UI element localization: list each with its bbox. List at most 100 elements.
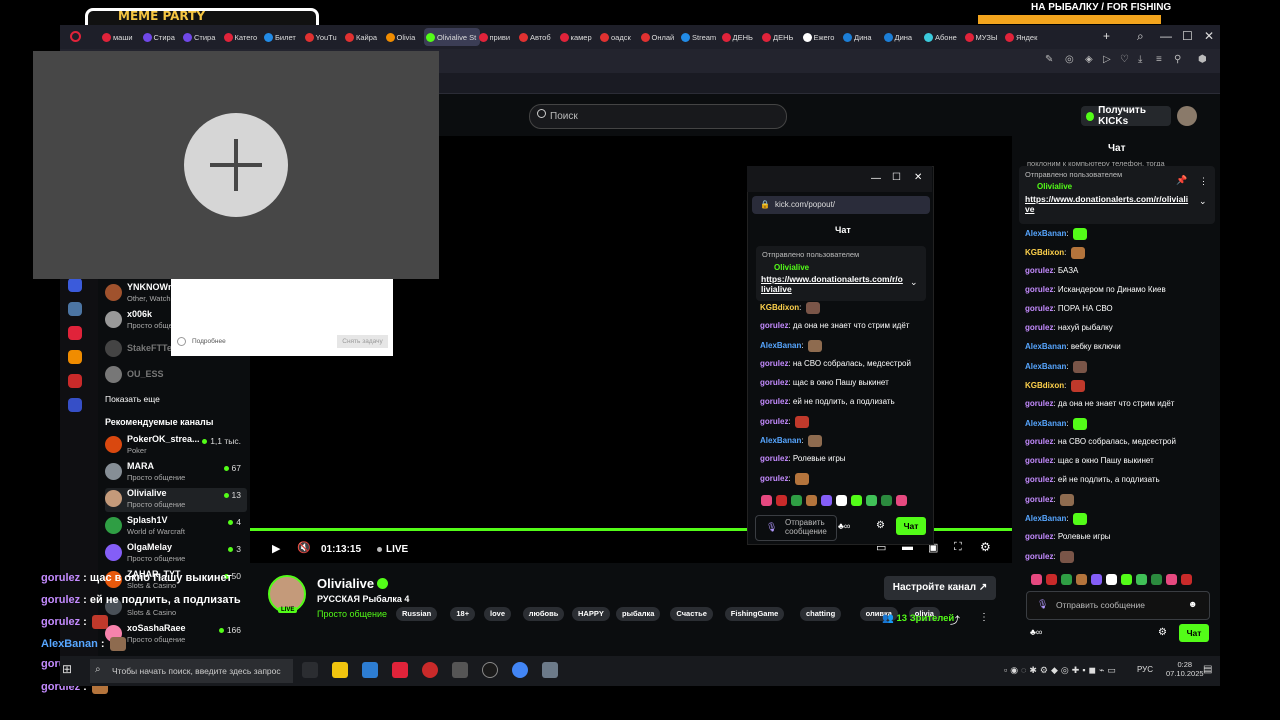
opera-icon[interactable] [422,662,438,678]
emote-picker-icon[interactable] [896,494,907,506]
chat-username[interactable]: gorulez [1025,323,1053,332]
emote-picker-icon[interactable] [1136,573,1147,585]
camera-icon[interactable]: ◎ [1065,54,1074,65]
popout-send-button[interactable]: Чат [896,517,926,535]
browser-tab[interactable]: МУЗЫ [963,28,1005,46]
extension-icon[interactable]: ⬢ [1198,54,1207,65]
browser-tab[interactable]: оадск [598,28,640,46]
browser-tab[interactable]: Olivia [384,28,426,46]
browser-tab[interactable]: Абоне [922,28,964,46]
emote-picker-icon[interactable] [1151,573,1162,585]
chat-input[interactable]: 🎙 Отправить сообщение ☻ [1026,591,1210,620]
emote-picker-icon[interactable] [836,494,847,506]
popout-settings-icon[interactable]: ⚙ [876,520,885,531]
mute-icon[interactable]: 🔇 [297,541,311,554]
file-explorer-icon[interactable] [332,662,348,678]
ok-icon[interactable] [68,350,82,364]
stream-tag[interactable]: FishingGame [724,607,785,621]
taskbar-clock[interactable]: 0:28 07.10.2025 [1166,660,1204,678]
close-window-icon[interactable]: ✕ [1204,29,1214,43]
language-indicator[interactable]: РУС [1137,665,1153,674]
browser-tab[interactable]: Онлай [639,28,681,46]
emote-picker-icon[interactable] [1106,573,1117,585]
stream-tag[interactable]: Russian [396,607,438,621]
recommended-channel[interactable]: Splash1V World of Warcraft 4 [105,515,247,539]
emote-picker-icon[interactable] [851,494,862,506]
chrome-icon[interactable] [512,662,528,678]
emote-picker-icon[interactable] [1166,573,1177,585]
browser-tab[interactable]: Olivialive St [424,28,480,46]
streamer-name[interactable]: Olivialive [317,576,374,591]
pinned-link[interactable]: https://www.donationalerts.com/r/olivial… [1025,194,1190,214]
stream-tag[interactable]: Счастье [670,607,713,621]
chat-username[interactable]: gorulez [760,417,788,426]
chat-username[interactable]: AlexBanan [1025,229,1066,238]
browser-tab[interactable]: приви [477,28,519,46]
emote-picker-icon[interactable] [821,494,832,506]
browser-tab[interactable]: ДЕНЬ [720,28,762,46]
browser-tab[interactable]: камер [558,28,600,46]
browser-tab[interactable]: Стира [141,28,183,46]
chat-send-button[interactable]: Чат [1179,624,1209,642]
store-icon[interactable] [362,662,378,678]
chat-username[interactable]: gorulez [760,474,788,483]
chat-username[interactable]: AlexBanan [1025,514,1066,523]
system-tray-icons[interactable]: ▫◉◌✱⚙◆◎✚▪◼⌁▭ [1004,665,1119,676]
browser-tab[interactable]: Дина [841,28,883,46]
browser-tab[interactable]: YouTu [303,28,345,46]
kicks-infinity-icon[interactable]: ♣∞ [1030,627,1042,637]
chat-username[interactable]: AlexBanan [760,341,801,350]
popout-chat-input[interactable]: 🎙 Отправить сообщение [755,515,837,541]
popout-chevron-down-icon[interactable]: ⌄ [910,277,918,288]
chat-username[interactable]: AlexBanan [1025,419,1066,428]
chat-username[interactable]: gorulez [760,321,788,330]
stream-tag[interactable]: любовь [522,607,565,621]
browser-tab[interactable]: Ежего [801,28,843,46]
chat-username[interactable]: AlexBanan [760,436,801,445]
browser-tab[interactable]: Катего [222,28,264,46]
yandex-browser-icon[interactable] [392,662,408,678]
details-label[interactable]: Подробнее [192,338,226,345]
recommended-channel[interactable]: PokerOK_strea... Poker 1,1 тыс. [105,434,247,458]
browser-tab[interactable]: Stream [679,28,721,46]
player-icon[interactable]: ▷ [1103,54,1111,65]
profile-icon[interactable]: ⚲ [1174,54,1181,65]
followed-channel[interactable]: OU_ESS [105,364,247,388]
popout-pinned-link[interactable]: https://www.donationalerts.com/r/olivial… [761,274,903,294]
vk-icon[interactable] [68,302,82,316]
browser-tab[interactable]: ДЕНЬ [760,28,802,46]
recommended-channel[interactable]: MARA Просто общение 67 [105,461,247,485]
pinned-menu-icon[interactable]: ⋮ [1199,176,1208,187]
stream-tag[interactable]: chatting [800,607,842,621]
stream-tag[interactable]: рыбалка [616,607,661,621]
heart-icon[interactable]: ♡ [1120,54,1129,65]
chat-username[interactable]: KGBdixon [1025,381,1064,390]
emote-picker-icon[interactable] [1091,573,1102,585]
get-kicks-button[interactable]: Получить KICKs [1081,105,1171,127]
emote-picker-icon[interactable] [791,494,802,506]
emote-picker-icon[interactable] [776,494,787,506]
chat-username[interactable]: gorulez [1025,495,1053,504]
emote-picker-icon[interactable] [1046,573,1057,585]
obs-icon[interactable] [482,662,498,678]
stream-tag[interactable]: 18+ [450,607,476,621]
new-tab-icon[interactable]: + [1103,29,1110,43]
chat-username[interactable]: gorulez [760,454,788,463]
stream-category[interactable]: Просто общение [317,609,387,619]
chat-username[interactable]: gorulez [1025,304,1053,313]
popout-close-icon[interactable]: ✕ [914,172,922,183]
emote-picker-icon[interactable] [1061,573,1072,585]
chat-username[interactable]: AlexBanan [1025,342,1066,351]
chat-username[interactable]: KGBdixon [1025,248,1064,257]
chat-username[interactable]: gorulez [1025,266,1053,275]
settings-icon[interactable] [452,662,468,678]
emote-picker-icon[interactable] [866,494,877,506]
browser-tab[interactable]: Яндек [1003,28,1045,46]
chat-settings-icon[interactable]: ⚙ [1158,627,1167,638]
setup-channel-button[interactable]: Настройте канал ↗ [884,576,996,600]
popout-kicks-icon[interactable]: ♣∞ [838,521,850,531]
popout-minimize-icon[interactable]: — [871,173,881,184]
share-icon[interactable]: ⤴ [950,612,960,627]
chat-username[interactable]: gorulez [1025,285,1053,294]
chat-username[interactable]: gorulez [1025,532,1053,541]
